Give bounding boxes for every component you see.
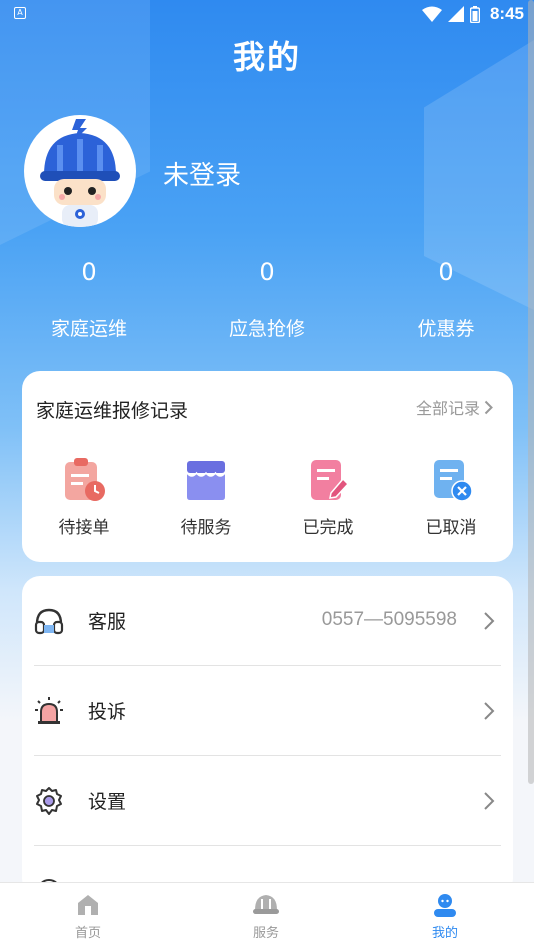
order-label: 已取消 <box>425 518 477 538</box>
notification-icon: A <box>14 7 26 19</box>
menu-item-customer-service[interactable]: 客服 0557—5095598 <box>34 576 501 666</box>
stat-emergency-repair[interactable]: 0 应急抢修 <box>187 256 347 341</box>
order-pending-accept[interactable]: 待接单 <box>34 457 134 538</box>
menu-label: 投诉 <box>88 701 127 723</box>
order-completed[interactable]: 已完成 <box>278 457 378 538</box>
customer-service-phone: 0557—5095598 <box>321 609 457 630</box>
stat-home-maintenance[interactable]: 0 家庭运维 <box>9 256 169 341</box>
stat-value: 0 <box>438 258 454 286</box>
order-label: 待接单 <box>58 518 110 538</box>
stats-row: 0 家庭运维 0 应急抢修 0 优惠券 <box>0 256 534 346</box>
menu-label: 设置 <box>88 791 127 813</box>
order-label: 待服务 <box>180 518 232 538</box>
store-icon <box>186 461 226 500</box>
chevron-right-icon <box>484 792 495 810</box>
chevron-right-icon <box>484 400 493 414</box>
all-records-link[interactable]: 全部记录 <box>416 395 493 419</box>
chevron-right-icon <box>484 702 495 720</box>
chevron-right-icon <box>484 612 495 630</box>
all-records-label: 全部记录 <box>415 399 480 418</box>
menu-item-settings[interactable]: 设置 <box>34 756 501 846</box>
clipboard-clock-icon <box>65 458 105 501</box>
login-status[interactable]: 未登录 <box>163 155 241 192</box>
document-edit-icon <box>311 460 350 500</box>
order-pending-service[interactable]: 待服务 <box>156 457 256 538</box>
bottom-tab-bar: 首页 服务 我的 <box>0 882 534 950</box>
helmet-icon <box>253 895 279 914</box>
worker-mascot-icon <box>40 119 120 227</box>
status-time: 8:45 <box>489 4 524 23</box>
repair-records-card: 家庭运维报修记录 全部记录 待接单 待服务 已完成 已取消 <box>22 371 513 562</box>
stat-coupons[interactable]: 0 优惠券 <box>366 256 526 341</box>
avatar[interactable] <box>24 115 136 227</box>
tab-label: 我的 <box>431 926 458 941</box>
tab-home[interactable]: 首页 <box>28 893 148 941</box>
alarm-icon <box>35 697 63 724</box>
signal-icon <box>447 6 464 22</box>
page-title: 我的 <box>232 38 301 76</box>
document-cancel-icon <box>434 460 473 502</box>
tab-label: 服务 <box>252 926 279 941</box>
home-icon <box>78 895 98 915</box>
headset-icon <box>34 608 64 635</box>
menu-item-complaint[interactable]: 投诉 <box>34 666 501 756</box>
stat-value: 0 <box>81 258 97 286</box>
order-cancelled[interactable]: 已取消 <box>401 457 501 538</box>
stat-label: 优惠券 <box>417 318 475 340</box>
wifi-icon <box>421 6 442 22</box>
battery-icon <box>469 5 480 23</box>
tab-mine[interactable]: 我的 <box>385 893 505 941</box>
stat-label: 应急抢修 <box>228 318 305 340</box>
stat-label: 家庭运维 <box>50 318 127 340</box>
card-title: 家庭运维报修记录 <box>36 400 189 422</box>
scrollbar[interactable] <box>528 0 534 784</box>
user-icon <box>434 894 456 917</box>
order-label: 已完成 <box>302 518 354 538</box>
gear-icon <box>36 787 62 815</box>
status-bar: A 8:45 <box>0 0 534 28</box>
tab-label: 首页 <box>74 926 101 941</box>
menu-label: 客服 <box>88 611 127 633</box>
stat-value: 0 <box>259 258 275 286</box>
settings-menu: 客服 0557—5095598 投诉 设置 <box>22 576 513 896</box>
tab-service[interactable]: 服务 <box>206 893 326 941</box>
